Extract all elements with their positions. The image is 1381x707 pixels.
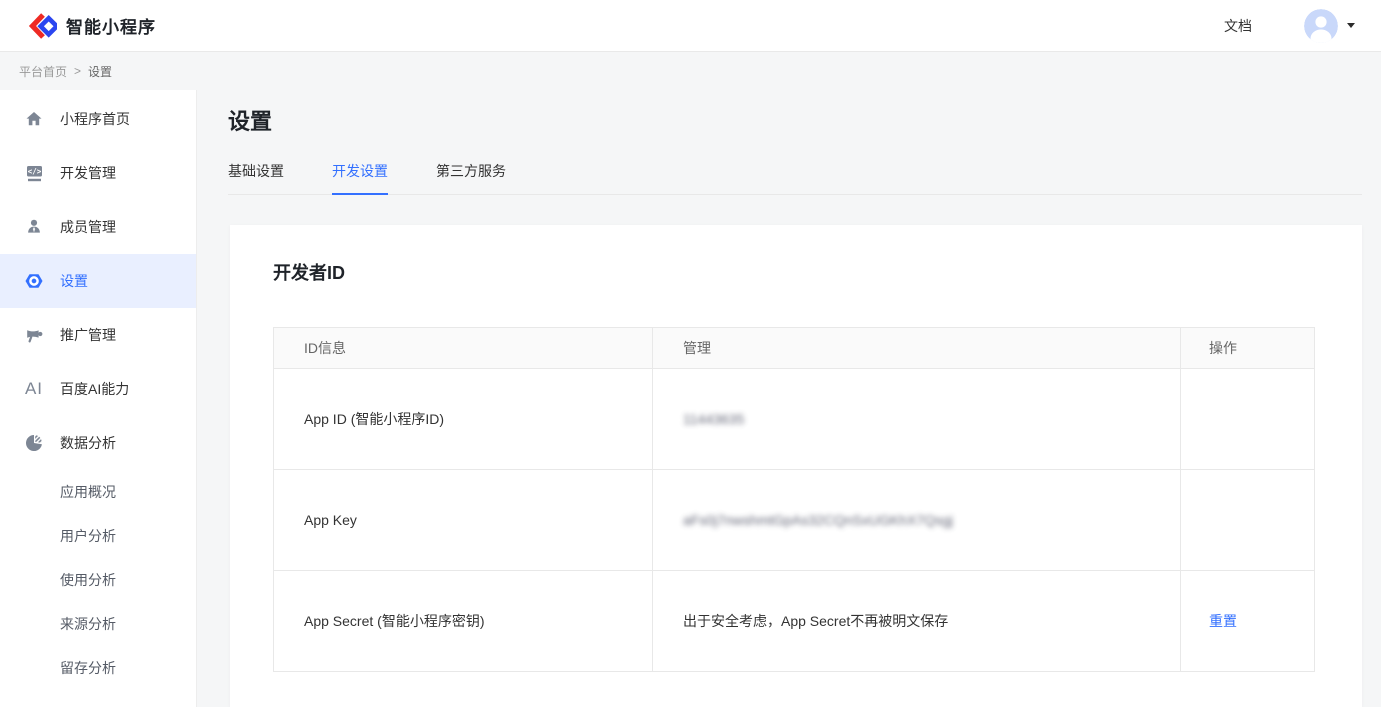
breadcrumb: 平台首页 > 设置 (0, 52, 1381, 90)
chevron-down-icon[interactable] (1347, 23, 1355, 28)
app-key-value: aFs0j7nwshmtGpAs32CQnSxUGKhX7Qsgj (683, 512, 953, 528)
docs-link[interactable]: 文档 (1224, 16, 1252, 36)
column-header-id-info: ID信息 (274, 328, 653, 369)
screen: 智能小程序 文档 平台首页 > 设置 (0, 0, 1381, 707)
sidebar-subitem-app-overview[interactable]: 应用概况 (0, 470, 196, 514)
sidebar-subitem-retention-analysis[interactable]: 留存分析 (0, 646, 196, 690)
sidebar-item-settings[interactable]: 设置 (0, 254, 196, 308)
breadcrumb-current: 设置 (88, 63, 112, 80)
tab-third-party[interactable]: 第三方服务 (436, 161, 506, 194)
home-icon (24, 109, 44, 129)
table-row-app-secret: App Secret (智能小程序密钥) 出于安全考虑，App Secret不再… (274, 571, 1315, 672)
main-content: 设置 基础设置 开发设置 第三方服务 开发者ID ID信息 管理 操作 App … (197, 90, 1381, 707)
column-header-action: 操作 (1181, 328, 1315, 369)
page-title: 设置 (228, 104, 1381, 136)
app-key-label: App Key (274, 470, 653, 571)
developer-id-table: ID信息 管理 操作 App ID (智能小程序ID) 11443635 App… (273, 327, 1315, 672)
table-row-app-id: App ID (智能小程序ID) 11443635 (274, 369, 1315, 470)
settings-tabs: 基础设置 开发设置 第三方服务 (228, 161, 1362, 195)
sidebar-item-promotion[interactable]: 推广管理 (0, 308, 196, 362)
brand-title: 智能小程序 (66, 13, 156, 38)
app-id-value: 11443635 (683, 411, 744, 427)
developer-id-card: 开发者ID ID信息 管理 操作 App ID (智能小程序ID) 114436… (230, 225, 1362, 707)
sidebar-subitem-user-analysis[interactable]: 用户分析 (0, 514, 196, 558)
column-header-manage: 管理 (653, 328, 1181, 369)
pie-chart-icon (24, 433, 44, 453)
brand-logo-icon (27, 11, 57, 41)
sidebar-subitem-usage-analysis[interactable]: 使用分析 (0, 558, 196, 602)
sidebar: 小程序首页 </> 开发管理 成员管理 (0, 90, 197, 707)
breadcrumb-home[interactable]: 平台首页 (19, 63, 67, 80)
sidebar-item-home[interactable]: 小程序首页 (0, 92, 196, 146)
ai-icon: AI (24, 379, 44, 399)
brand[interactable]: 智能小程序 (27, 11, 156, 41)
app-id-label: App ID (智能小程序ID) (274, 369, 653, 470)
card-heading: 开发者ID (273, 259, 1314, 285)
sidebar-subitem-source-analysis[interactable]: 来源分析 (0, 602, 196, 646)
member-icon (24, 217, 44, 237)
app-key-action (1181, 470, 1315, 571)
sidebar-item-analytics[interactable]: 数据分析 (0, 416, 196, 470)
table-row-app-key: App Key aFs0j7nwshmtGpAs32CQnSxUGKhX7Qsg… (274, 470, 1315, 571)
settings-nut-icon (24, 271, 44, 291)
tab-dev-settings[interactable]: 开发设置 (332, 161, 388, 194)
avatar[interactable] (1304, 9, 1338, 43)
sidebar-item-ai[interactable]: AI 百度AI能力 (0, 362, 196, 416)
table-header-row: ID信息 管理 操作 (274, 328, 1315, 369)
app-secret-label: App Secret (智能小程序密钥) (274, 571, 653, 672)
sidebar-item-dev-manage[interactable]: </> 开发管理 (0, 146, 196, 200)
sidebar-item-members[interactable]: 成员管理 (0, 200, 196, 254)
tab-basic-settings[interactable]: 基础设置 (228, 161, 284, 194)
code-icon: </> (24, 163, 44, 183)
svg-text:</>: </> (27, 167, 41, 176)
app-id-action (1181, 369, 1315, 470)
breadcrumb-separator: > (74, 64, 81, 78)
top-header: 智能小程序 文档 (0, 0, 1381, 52)
reset-app-secret-link[interactable]: 重置 (1209, 613, 1237, 629)
topbar-right: 文档 (1224, 9, 1355, 43)
app-secret-note: 出于安全考虑，App Secret不再被明文保存 (653, 571, 1181, 672)
megaphone-icon (24, 325, 44, 345)
